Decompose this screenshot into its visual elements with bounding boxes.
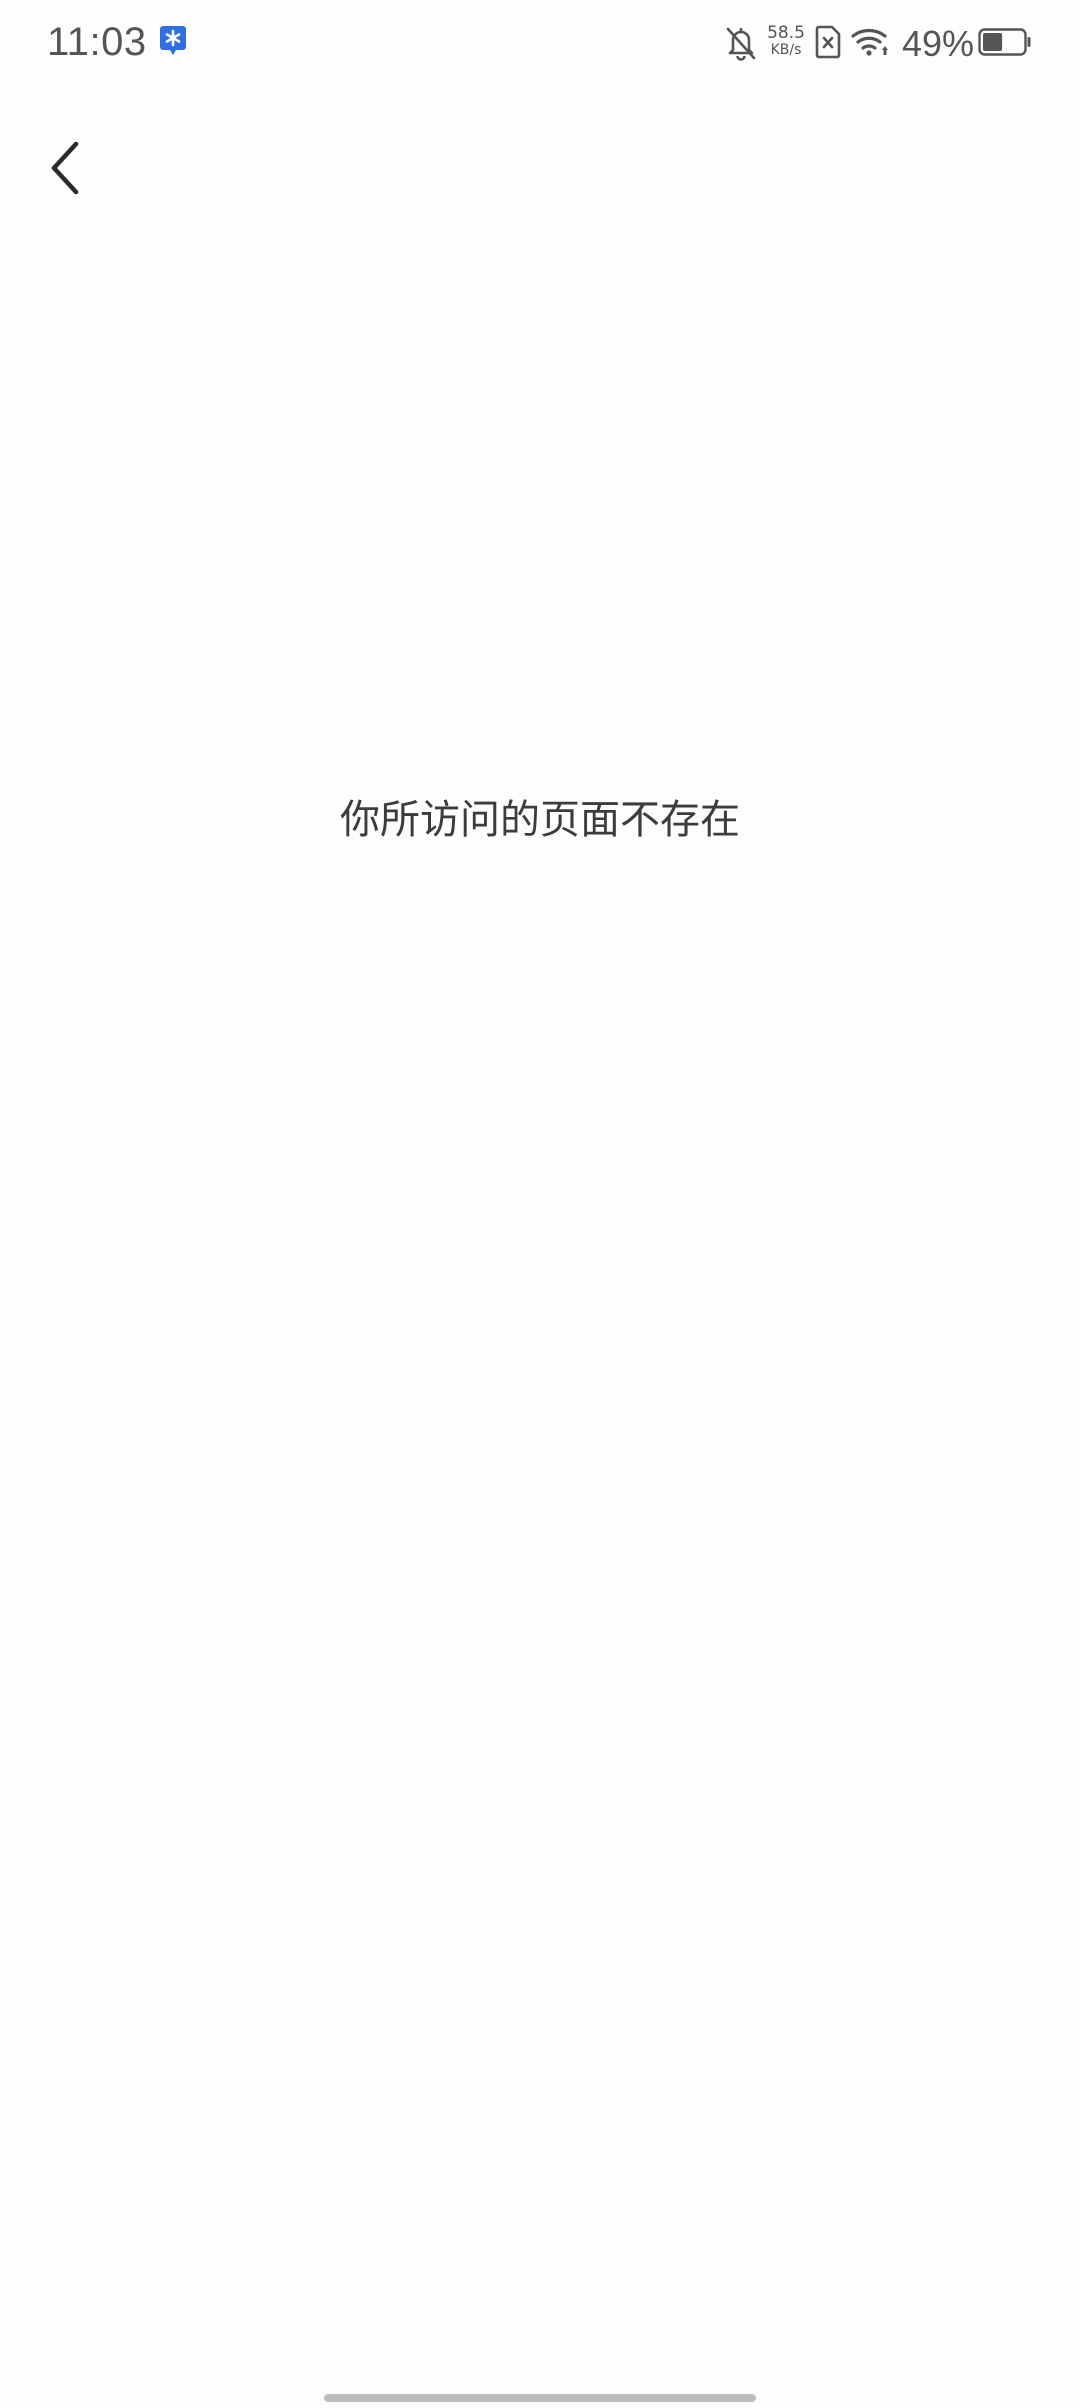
- network-speed-value: 58.5: [767, 23, 805, 43]
- home-indicator[interactable]: [324, 2394, 756, 2402]
- network-speed: 58.5 KB/s: [766, 24, 806, 58]
- back-button[interactable]: [30, 128, 102, 208]
- chevron-left-icon: [51, 141, 79, 195]
- battery-percent: 49%: [902, 23, 975, 64]
- bell-off-icon: [724, 25, 758, 61]
- battery-icon: [978, 28, 1032, 56]
- wifi-icon: [851, 26, 891, 58]
- status-bar: 11:03 58.5 KB/s 49%: [0, 0, 1080, 86]
- status-time: 11:03: [47, 20, 147, 64]
- sim-error-icon: [814, 25, 842, 59]
- network-speed-unit: KB/s: [770, 42, 802, 58]
- page-not-found-message: 你所访问的页面不存在: [340, 797, 740, 843]
- app-notification-icon: [158, 24, 188, 58]
